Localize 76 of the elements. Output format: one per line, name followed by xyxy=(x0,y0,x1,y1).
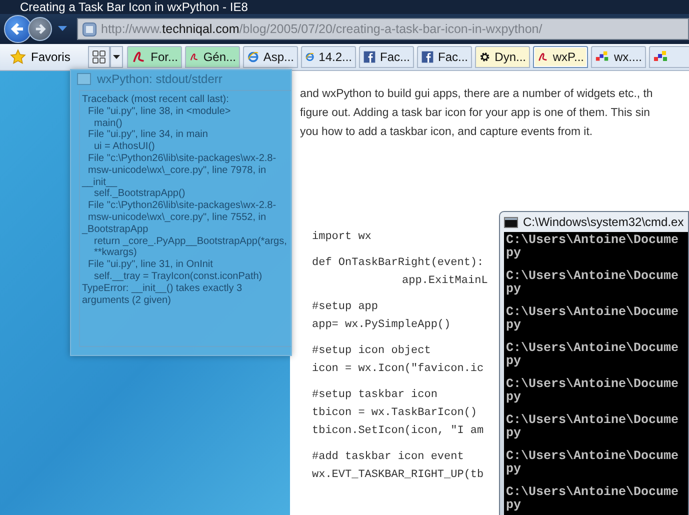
traceback-line: File "ui.py", line 34, in main xyxy=(87,129,209,142)
traceback-line: __init__ xyxy=(82,176,118,188)
code-line: #add taskbar icon event xyxy=(312,450,464,465)
code-line: icon = wx.Icon("favicon.ic xyxy=(312,362,484,377)
traceback-line: File "ui.py", line 38, in <module> xyxy=(87,106,232,118)
code-line: wx.EVT_TASKBAR_RIGHT_UP(tb xyxy=(312,468,484,483)
favorites-button[interactable]: Favoris xyxy=(6,49,84,65)
console-line: C:\Users\Antoine\Docume xyxy=(506,270,680,283)
browser-tab[interactable] xyxy=(649,46,689,68)
traceback-line: main() xyxy=(93,118,124,130)
console-line: py xyxy=(506,247,522,260)
paragraph-line: figure out. Adding a task bar icon for your app is one of them. This sin xyxy=(300,106,650,121)
console-line: C:\Users\Antoine\Docume xyxy=(506,450,680,463)
window-title: C:\Windows\system32\cmd.ex xyxy=(523,215,684,229)
letter-e-icon xyxy=(247,49,260,65)
browser-tab[interactable]: wx.... xyxy=(591,46,646,68)
window-title: wxPython: stdout/stderr xyxy=(97,72,222,86)
letter-f-icon xyxy=(421,49,434,65)
swoosh-icon xyxy=(131,49,147,65)
traceback-line: return _core_.PyApp__BootstrapApp(*args, **kwargs) xyxy=(93,236,288,260)
traceback-line: _BootstrapApp xyxy=(82,224,150,236)
console-line: py xyxy=(506,463,522,476)
console-line: py xyxy=(506,427,522,440)
paragraph-line: and wxPython to build gui apps, there are a number of widgets etc., th xyxy=(300,87,653,102)
browser-tab[interactable]: wxP... xyxy=(533,46,588,68)
traceback-line: TypeError: __init__() takes exactly 3 arguments (2 given) xyxy=(82,282,244,306)
console-line: py xyxy=(506,391,522,404)
back-button[interactable] xyxy=(4,15,32,43)
code-line: def OnTaskBarRight(event): xyxy=(312,256,484,271)
traceback-line: File "c:\Python26\lib\site-packages\wx-2.8-msw-unicode\wx\_core.py", line 7552, in xyxy=(87,200,278,224)
console-line: py xyxy=(506,355,522,368)
console-line: C:\Users\Antoine\Docume xyxy=(506,486,680,499)
console-line: py xyxy=(506,283,522,296)
traceback-line: ui = AthosUI() xyxy=(93,141,156,153)
star-icon xyxy=(10,49,26,65)
console-icon xyxy=(504,216,518,228)
window-icon xyxy=(77,73,91,85)
code-line: app.ExitMainL xyxy=(401,274,488,289)
traceback-line: Traceback (most recent call last): xyxy=(82,94,230,106)
traceback-line: self.__tray = TrayIcon(const.iconPath) xyxy=(93,270,264,283)
browser-tab[interactable]: 14.2... xyxy=(301,46,356,68)
caret-icon xyxy=(113,55,120,59)
tab-list-dropdown[interactable] xyxy=(110,46,123,68)
address-field[interactable]: http://www.techniqal.com/blog/2005/07/20/creating-a-task-bar-icon-in-wxpython/ xyxy=(77,18,689,40)
code-line: #setup taskbar icon xyxy=(312,388,438,403)
browser-tab[interactable]: For... xyxy=(127,46,182,68)
window-title: Creating a Task Bar Icon in wxPython - IE8 xyxy=(20,1,248,14)
letter-f-icon xyxy=(363,49,376,65)
console-line: py xyxy=(506,499,522,512)
code-line: tbicon = wx.TaskBarIcon() xyxy=(312,406,478,421)
code-line: tbicon.SetIcon(icon, "I am xyxy=(312,424,484,439)
traceback-line: self._BootstrapApp() xyxy=(93,188,186,200)
code-line: import wx xyxy=(312,230,372,245)
code-line: #setup icon object xyxy=(312,344,431,359)
quick-tabs-button[interactable] xyxy=(88,46,110,68)
browser-tab[interactable]: Dyn... xyxy=(475,46,530,68)
browser-tab[interactable]: Fac... xyxy=(359,46,414,68)
code-line: app= wx.PySimpleApp() xyxy=(312,318,451,333)
console-line: py xyxy=(506,319,522,332)
console-line: C:\Users\Antoine\Docume xyxy=(506,234,680,247)
console-line: C:\Users\Antoine\Docume xyxy=(506,306,680,319)
page-icon xyxy=(82,22,97,36)
traceback-line: File "c:\Python26\lib\site-packages\wx-2.8-msw-unicode\wx\_core.py", line 7978, in xyxy=(87,152,278,177)
code-line: #setup app xyxy=(312,300,378,315)
caret-icon xyxy=(58,26,67,32)
forward-button[interactable] xyxy=(28,17,52,41)
paragraph-line: you how to add a taskbar icon, and capture events from it. xyxy=(300,125,593,140)
console-line: C:\Users\Antoine\Docume xyxy=(506,378,680,391)
browser-tab[interactable]: Asp... xyxy=(243,46,298,68)
grid-icon xyxy=(92,50,106,64)
console-line: C:\Users\Antoine\Docume xyxy=(506,414,680,427)
url-text: http://www.techniqal.com/blog/2005/07/20/creating-a-task-bar-icon-in-wxpython/ xyxy=(101,22,542,36)
console-line: C:\Users\Antoine\Docume xyxy=(506,342,680,355)
browser-tab[interactable]: Gén... xyxy=(185,46,240,68)
traceback-line: File "ui.py", line 31, in OnInit xyxy=(87,259,214,271)
browser-tab[interactable]: Fac... xyxy=(417,46,472,68)
